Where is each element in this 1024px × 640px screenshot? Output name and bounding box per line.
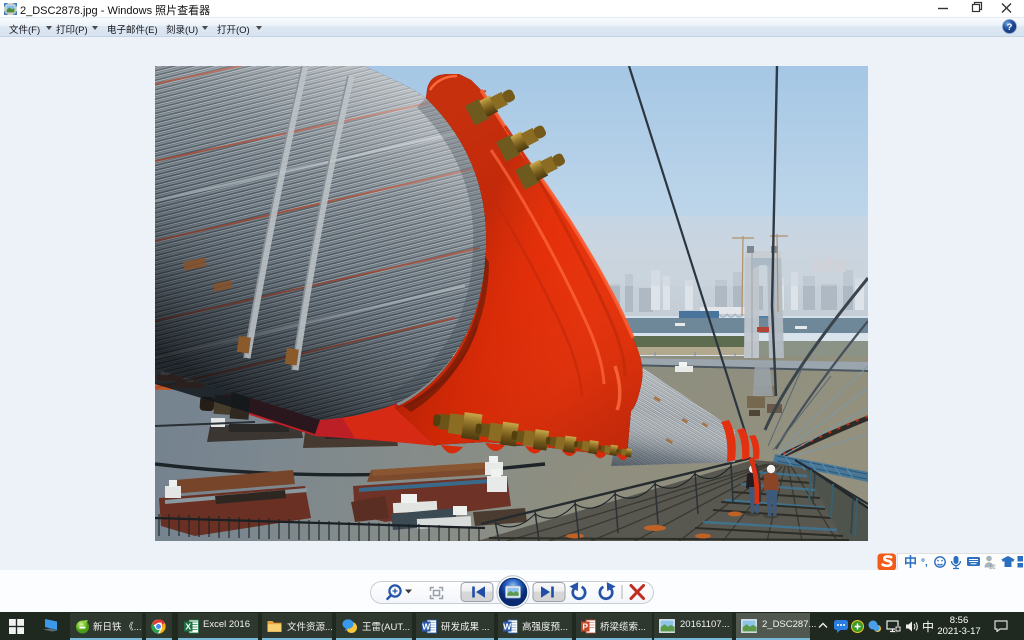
svg-text:?: ? — [1007, 22, 1013, 33]
svg-text:W: W — [503, 622, 512, 632]
svg-text:中: 中 — [904, 555, 917, 570]
svg-text:W: W — [422, 622, 431, 632]
svg-text:X: X — [185, 622, 191, 632]
svg-text:°,: °, — [921, 558, 928, 569]
svg-text:P: P — [582, 622, 588, 632]
